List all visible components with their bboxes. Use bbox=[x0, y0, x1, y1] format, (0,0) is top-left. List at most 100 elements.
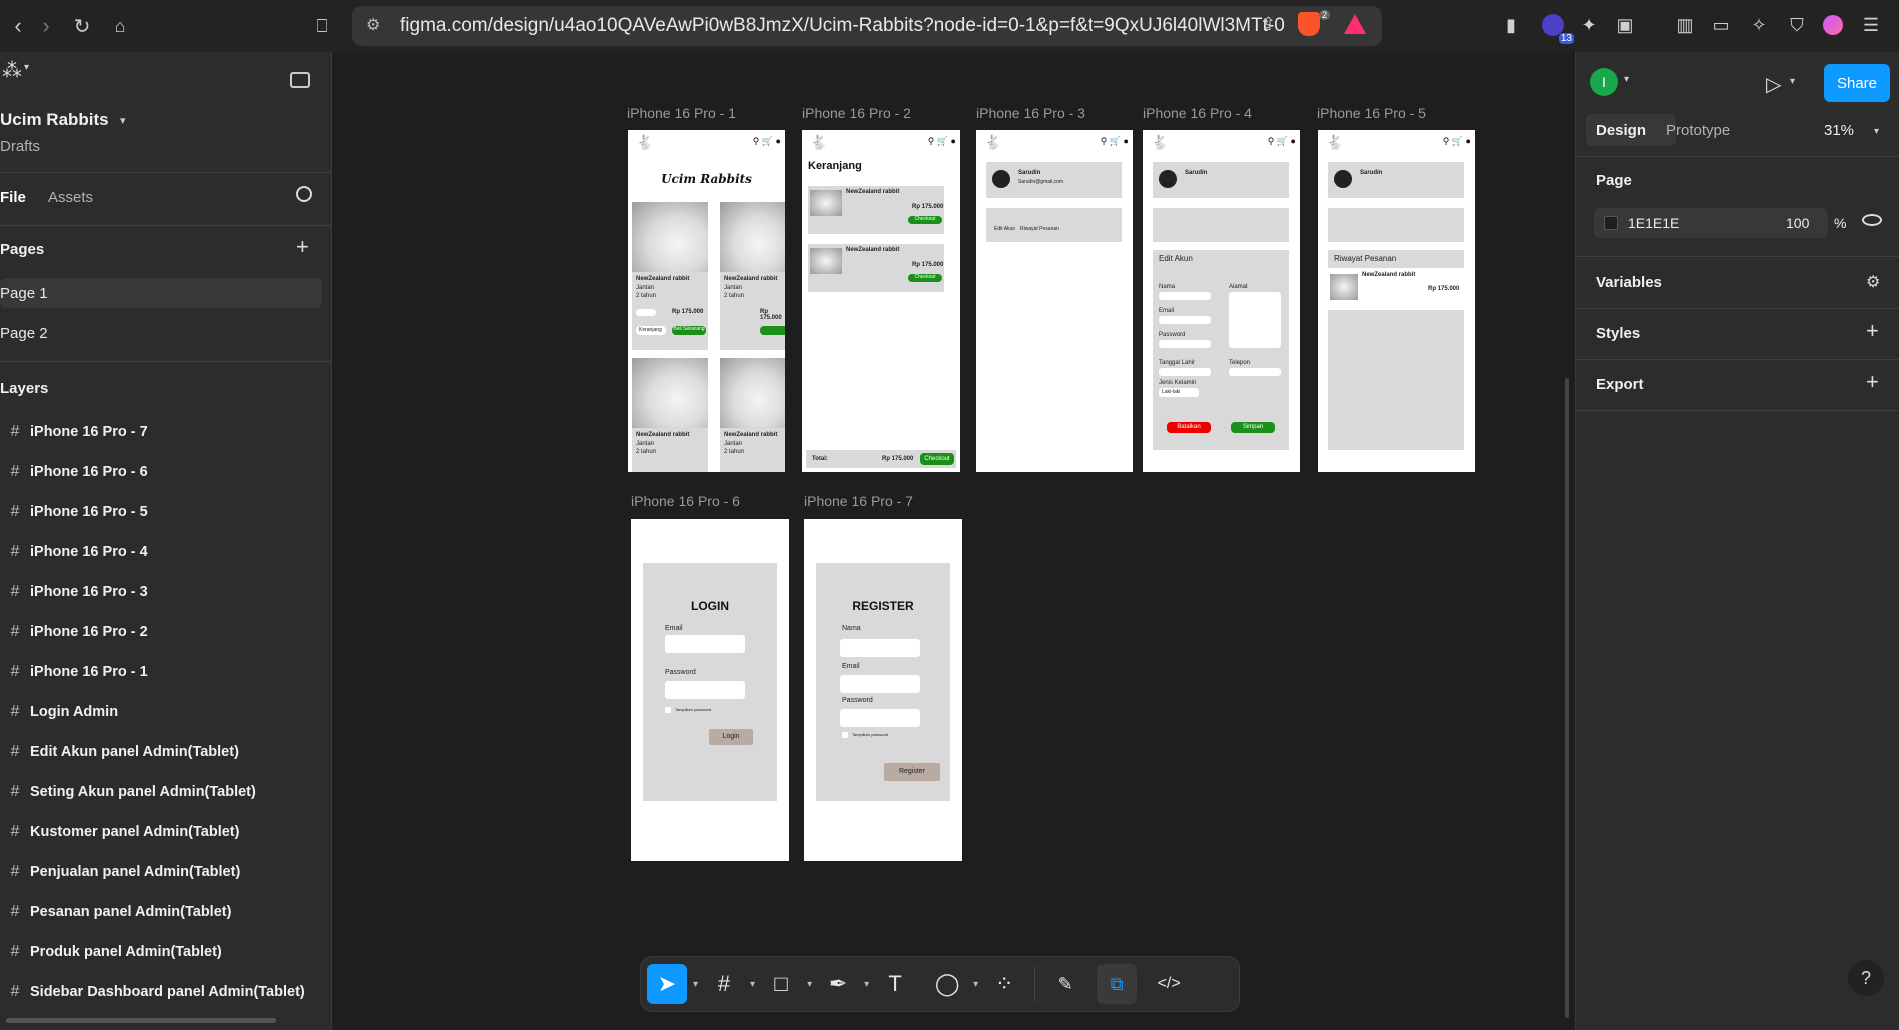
address-bar[interactable]: ⚙ figma.com/design/u4ao10QAVeAwPi0wB8Jmz… bbox=[352, 6, 1382, 46]
cart-button[interactable]: Keranjang bbox=[636, 326, 666, 335]
layer-item[interactable]: # iPhone 16 Pro - 1 bbox=[0, 657, 322, 687]
rectangle-tool-icon[interactable]: □ bbox=[761, 964, 801, 1004]
move-tool-icon[interactable]: ➤ bbox=[647, 964, 687, 1004]
alamat-field[interactable] bbox=[1229, 292, 1281, 348]
variables-title[interactable]: Variables bbox=[1596, 274, 1662, 291]
checkout-button[interactable]: Checkout bbox=[920, 453, 954, 465]
show-password-checkbox[interactable] bbox=[842, 732, 848, 738]
password-field[interactable] bbox=[840, 709, 920, 727]
chevron-down-icon[interactable]: ▾ bbox=[1624, 74, 1629, 85]
frame-label[interactable]: iPhone 16 Pro - 4 bbox=[1143, 105, 1252, 121]
share-button[interactable]: Share bbox=[1824, 64, 1890, 102]
layer-item[interactable]: # iPhone 16 Pro - 5 bbox=[0, 497, 322, 527]
search-icon[interactable] bbox=[296, 186, 312, 202]
tab-assets[interactable]: Assets bbox=[48, 189, 93, 206]
horizontal-scrollbar[interactable] bbox=[6, 1018, 276, 1023]
chevron-down-icon[interactable]: ▾ bbox=[1874, 126, 1879, 137]
eye-icon[interactable] bbox=[1862, 214, 1882, 226]
play-icon[interactable]: ▷ bbox=[1766, 72, 1781, 97]
email-field[interactable] bbox=[1159, 316, 1211, 324]
chevron-down-icon[interactable]: ▾ bbox=[693, 979, 698, 990]
frame-iphone-2[interactable]: 🐇 ⚲ 🛒 ● Keranjang NewZealand rabbit Rp 1… bbox=[802, 130, 960, 472]
layer-item[interactable]: # Seting Akun panel Admin(Tablet) bbox=[0, 777, 322, 807]
actions-tool-icon[interactable]: ⁘ bbox=[984, 964, 1024, 1004]
add-page-icon[interactable]: + bbox=[296, 234, 309, 260]
chevron-down-icon[interactable]: ▾ bbox=[864, 979, 869, 990]
project-title[interactable]: Ucim Rabbits bbox=[0, 110, 109, 130]
password-field[interactable] bbox=[1159, 340, 1211, 348]
cancel-button[interactable]: Batalkan bbox=[1167, 422, 1211, 433]
layer-item[interactable]: # Edit Akun panel Admin(Tablet) bbox=[0, 737, 322, 767]
figma-menu-icon[interactable]: ⁂ bbox=[2, 58, 22, 83]
layer-item[interactable]: # Sidebar Dashboard panel Admin(Tablet) bbox=[0, 977, 322, 1007]
frame-iphone-1[interactable]: 🐇 ⚲ 🛒 ● Ucim Rabbits NewZealand rabbit J… bbox=[628, 130, 785, 472]
login-button[interactable]: Login bbox=[709, 729, 753, 745]
frame-label[interactable]: iPhone 16 Pro - 1 bbox=[627, 105, 736, 121]
color-swatch[interactable] bbox=[1604, 216, 1618, 230]
nama-field[interactable] bbox=[1159, 292, 1211, 300]
frame-label[interactable]: iPhone 16 Pro - 3 bbox=[976, 105, 1085, 121]
riwayat-link[interactable]: Riwayat Pesanan bbox=[1020, 226, 1059, 232]
product-card[interactable]: NewZealand rabbit Jantan 2 tahun bbox=[632, 358, 708, 472]
layer-item[interactable]: # iPhone 16 Pro - 2 bbox=[0, 617, 322, 647]
avatar[interactable]: I bbox=[1590, 68, 1618, 96]
frame-label[interactable]: iPhone 16 Pro - 5 bbox=[1317, 105, 1426, 121]
frame-label[interactable]: iPhone 16 Pro - 6 bbox=[631, 493, 740, 509]
menu-icon[interactable]: ☰ bbox=[1856, 10, 1886, 40]
zoom-level[interactable]: 31% bbox=[1824, 122, 1854, 139]
layer-item[interactable]: # iPhone 16 Pro - 7 bbox=[0, 417, 322, 447]
chevron-down-icon[interactable]: ▾ bbox=[807, 979, 812, 990]
design-mode-icon[interactable]: ⧉ bbox=[1097, 964, 1138, 1004]
reload-icon[interactable]: ↻ bbox=[64, 8, 100, 44]
email-field[interactable] bbox=[665, 635, 745, 653]
forward-icon[interactable]: › bbox=[28, 8, 64, 44]
password-field[interactable] bbox=[665, 681, 745, 699]
color-hex[interactable]: 1E1E1E bbox=[1628, 215, 1679, 231]
layer-item[interactable]: # Login Admin bbox=[0, 697, 322, 727]
screenshot-icon[interactable]: ▣ bbox=[1610, 10, 1640, 40]
dev-mode-icon[interactable]: </> bbox=[1149, 964, 1189, 1004]
layer-item[interactable]: # iPhone 16 Pro - 4 bbox=[0, 537, 322, 567]
frame-tool-icon[interactable]: # bbox=[704, 964, 744, 1004]
layer-item[interactable]: # Produk panel Admin(Tablet) bbox=[0, 937, 322, 967]
chevron-down-icon[interactable]: ▾ bbox=[973, 979, 978, 990]
panel-toggle-icon[interactable] bbox=[290, 72, 310, 88]
leo-ai-icon[interactable]: ✧ bbox=[1744, 10, 1774, 40]
project-location[interactable]: Drafts bbox=[0, 138, 40, 155]
add-style-icon[interactable]: + bbox=[1866, 318, 1879, 344]
frame-label[interactable]: iPhone 16 Pro - 7 bbox=[804, 493, 913, 509]
help-icon[interactable]: ? bbox=[1848, 960, 1884, 996]
chevron-down-icon[interactable]: ▾ bbox=[750, 979, 755, 990]
cart-item[interactable]: NewZealand rabbit Rp 175.000 Checkout bbox=[808, 244, 944, 292]
product-card[interactable]: NewZealand rabbit Jantan 2 tahun Rp 175.… bbox=[720, 202, 785, 350]
variables-settings-icon[interactable]: ⚙ bbox=[1866, 272, 1880, 292]
frame-iphone-3[interactable]: 🐇 ⚲ 🛒 ● Sarudin Sarudin@gmail.com Edit A… bbox=[976, 130, 1133, 472]
home-icon[interactable]: ⌂ bbox=[102, 8, 138, 44]
layer-item[interactable]: # Penjualan panel Admin(Tablet) bbox=[0, 857, 322, 887]
show-password-checkbox[interactable] bbox=[665, 707, 671, 713]
cart-item[interactable]: NewZealand rabbit Rp 175.000 Checkout bbox=[808, 186, 944, 234]
layer-item[interactable]: # iPhone 16 Pro - 3 bbox=[0, 577, 322, 607]
name-field[interactable] bbox=[840, 639, 920, 657]
gender-select[interactable]: Laki-laki bbox=[1159, 388, 1199, 397]
chevron-down-icon[interactable]: ▾ bbox=[24, 62, 29, 73]
qty-stepper[interactable] bbox=[636, 309, 656, 316]
date-field[interactable] bbox=[1159, 368, 1211, 376]
sidebar-toggle-icon[interactable]: ▥ bbox=[1670, 10, 1700, 40]
layer-item[interactable]: # iPhone 16 Pro - 6 bbox=[0, 457, 322, 487]
brave-shield-icon[interactable] bbox=[1298, 12, 1320, 36]
background-color-field[interactable]: 1E1E1E 100 bbox=[1594, 208, 1828, 238]
extension-badge-icon[interactable]: 13 bbox=[1538, 10, 1574, 44]
chevron-down-icon[interactable]: ▾ bbox=[1790, 76, 1795, 87]
layer-item[interactable]: # Pesanan panel Admin(Tablet) bbox=[0, 897, 322, 927]
tab-prototype[interactable]: Prototype bbox=[1666, 122, 1730, 139]
product-card[interactable]: NewZealand rabbit Jantan 2 tahun Rp 175.… bbox=[632, 202, 708, 350]
checkout-button[interactable]: Checkout bbox=[908, 274, 942, 282]
draw-mode-icon[interactable]: ✎ bbox=[1045, 964, 1085, 1004]
puzzle-icon[interactable]: ✦ bbox=[1574, 10, 1604, 40]
rewards-icon[interactable] bbox=[1344, 14, 1366, 34]
email-field[interactable] bbox=[840, 675, 920, 693]
frame-label[interactable]: iPhone 16 Pro - 2 bbox=[802, 105, 911, 121]
wallet-icon[interactable]: ▭ bbox=[1706, 10, 1736, 40]
add-export-icon[interactable]: + bbox=[1866, 369, 1879, 395]
